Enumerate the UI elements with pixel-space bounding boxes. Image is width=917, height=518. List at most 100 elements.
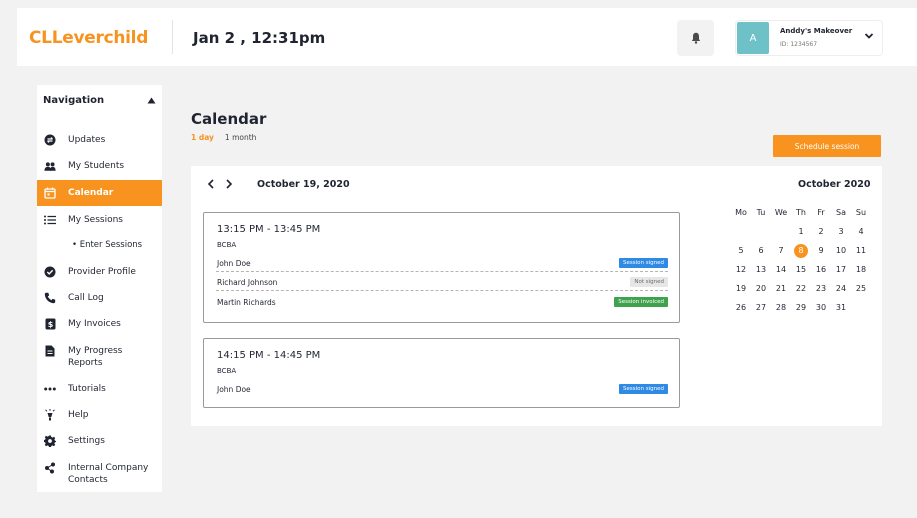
students-icon [44,160,56,172]
session-type: BCBA [217,367,237,375]
calendar-week-row: 26 27 28 29 30 31 [731,302,871,321]
weekday-row: Mo Tu We Th Fr Sa Su [731,207,871,226]
calendar-day[interactable]: 18 [851,264,871,283]
schedule-session-button[interactable]: Schedule session [773,135,881,157]
document-icon [44,345,56,357]
calendar-day[interactable]: 26 [731,302,751,321]
calendar-day[interactable]: 23 [811,283,831,302]
calendar-day-number: 8 [794,244,808,258]
calendar-day[interactable]: 10 [831,245,851,264]
calendar-day[interactable]: 12 [731,264,751,283]
sidebar-item-my-progress-reports[interactable]: My Progress Reports [37,343,162,369]
app-logo[interactable]: CLLeverchild [29,28,148,48]
sidebar-item-my-invoices[interactable]: $ My Invoices [37,317,162,331]
calendar-day[interactable]: 29 [791,302,811,321]
calendar-day-number: 20 [755,284,767,293]
session-type: BCBA [217,241,237,249]
session-row[interactable]: Martin Richards Session invoiced [216,295,668,311]
calendar-day[interactable]: 16 [811,264,831,283]
calendar-day[interactable]: 21 [771,283,791,302]
calendar-day-number: 23 [815,284,827,293]
calendar-day[interactable]: 6 [751,245,771,264]
calendar-day[interactable]: 31 [831,302,851,321]
sidebar-item-internal-company-contacts[interactable]: Internal Company Contacts [37,460,162,486]
sidebar-item-help[interactable]: Help [37,408,162,422]
calendar-day-number: 10 [835,246,847,255]
session-row[interactable]: John Doe Session signed [216,256,668,272]
status-badge: Session signed [619,384,668,394]
chevron-down-icon[interactable] [864,32,874,40]
sidebar-item-my-students[interactable]: My Students [37,159,162,173]
label-line-2: Reports [68,358,103,368]
collapse-triangle-icon[interactable] [147,97,156,104]
sidebar-item-updates[interactable]: Updates [37,133,162,147]
weekday-label: Tu [756,208,766,217]
calendar-day-number: 11 [855,246,867,255]
calendar-day-number: 2 [818,227,824,236]
calendar-empty-cell [751,226,771,245]
chevron-right-icon[interactable] [225,179,233,189]
calendar-day[interactable]: 19 [731,283,751,302]
session-card[interactable]: 13:15 PM - 13:45 PM BCBA John Doe Sessio… [203,212,680,323]
calendar-day[interactable]: 25 [851,283,871,302]
calendar-day[interactable]: 17 [831,264,851,283]
sidebar-item-calendar[interactable]: Calendar [37,180,162,206]
calendar-day[interactable]: 3 [831,226,851,245]
bullet: • [72,240,78,250]
calendar-day[interactable]: 8 [791,244,811,264]
calendar-day[interactable]: 9 [811,245,831,264]
calendar-day[interactable]: 20 [751,283,771,302]
calendar-day-number: 31 [835,303,847,312]
sidebar-item-label: My Students [68,161,125,171]
mini-calendar-title: October 2020 [798,179,871,190]
calendar-day-number: 16 [815,265,827,274]
calendar-day[interactable]: 7 [771,245,791,264]
sidebar-item-tutorials[interactable]: Tutorials [37,382,162,396]
updates-icon [44,134,56,146]
calendar-day-number: 3 [838,227,844,236]
sidebar-item-label: Updates [68,135,106,145]
calendar-empty-cell [731,226,751,245]
calendar-day[interactable]: 13 [751,264,771,283]
sidebar-item-settings[interactable]: Settings [37,434,162,448]
calendar-day[interactable]: 15 [791,264,811,283]
calendar-day[interactable]: 11 [851,245,871,264]
tab-1-day[interactable]: 1 day [191,133,214,142]
calendar-day[interactable]: 14 [771,264,791,283]
calendar-day[interactable]: 28 [771,302,791,321]
chevron-left-icon[interactable] [207,179,215,189]
sidebar-item-my-sessions[interactable]: My Sessions [37,213,162,227]
sidebar-item-provider-profile[interactable]: Provider Profile [37,265,162,279]
calendar-day-number: 15 [795,265,807,274]
sidebar-item-label: Settings [68,436,105,446]
user-menu[interactable]: A Anddy's Makeover ID: 1234567 [735,20,883,56]
check-circle-icon [44,266,56,278]
sidebar-subitem-enter-sessions[interactable]: • Enter Sessions [72,240,142,250]
sidebar-item-label: Call Log [68,293,104,303]
calendar-day-number: 18 [855,265,867,274]
tab-1-month[interactable]: 1 month [225,133,257,142]
sidebar-item-label: My Invoices [68,319,121,329]
sidebar-item-call-log[interactable]: Call Log [37,291,162,305]
user-id: ID: 1234567 [780,41,818,48]
student-name: Richard Johnson [217,278,278,287]
calendar-day[interactable]: 22 [791,283,811,302]
session-card[interactable]: 14:15 PM - 14:45 PM BCBA John Doe Sessio… [203,338,680,408]
session-row[interactable]: John Doe Session signed [216,382,668,398]
calendar-day[interactable]: 24 [831,283,851,302]
notifications-button[interactable] [677,20,714,56]
calendar-day[interactable]: 2 [811,226,831,245]
session-time: 13:15 PM - 13:45 PM [217,224,321,235]
calendar-day[interactable]: 30 [811,302,831,321]
mini-calendar: Mo Tu We Th Fr Sa Su 1 2 3 4 5 6 7 8 9 10 11 12 13 14… [731,207,871,321]
gear-icon [44,435,56,447]
calendar-day[interactable]: 5 [731,245,751,264]
calendar-week-row: 1 2 3 4 [731,226,871,245]
session-row[interactable]: Richard Johnson Not signed [216,275,668,291]
calendar-day[interactable]: 1 [791,226,811,245]
calendar-day[interactable]: 4 [851,226,871,245]
user-name: Anddy's Makeover [780,27,853,35]
calendar-week-row: 5 6 7 8 9 10 11 [731,244,871,264]
calendar-day[interactable]: 27 [751,302,771,321]
status-badge: Not signed [630,277,668,287]
